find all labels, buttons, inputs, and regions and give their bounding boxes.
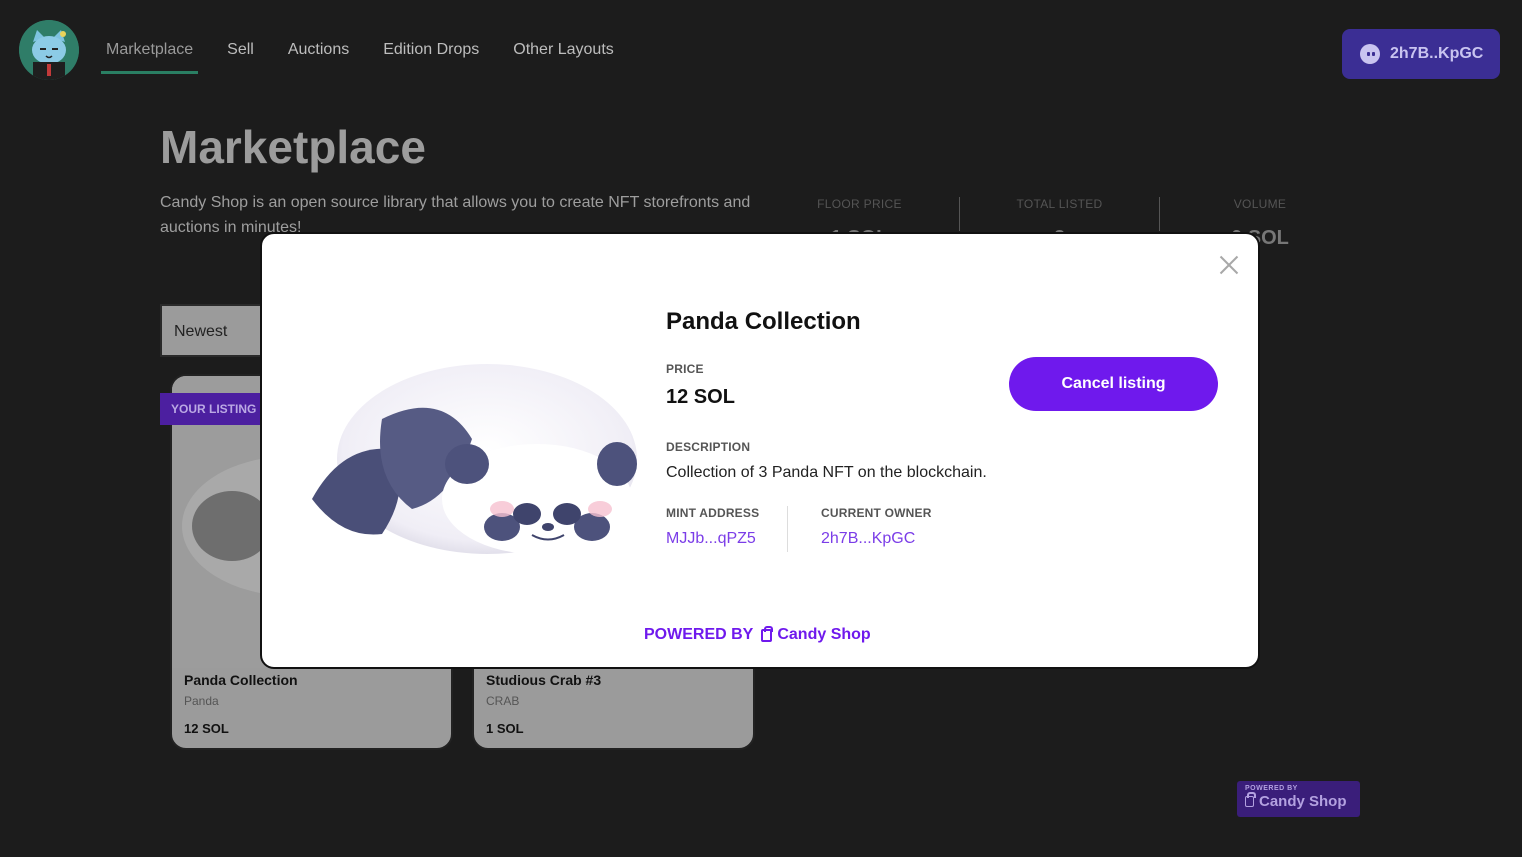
- nav-auctions[interactable]: Auctions: [288, 0, 349, 74]
- stat-total-listed: TOTAL LISTED 2: [960, 197, 1160, 249]
- current-owner-link[interactable]: 2h7B...KpGC: [821, 530, 932, 548]
- stat-floor-price: FLOOR PRICE 1 SOL: [760, 197, 960, 249]
- price-label: PRICE: [666, 362, 704, 376]
- modal-title: Panda Collection: [666, 308, 861, 335]
- description-text: Collection of 3 Panda NFT on the blockch…: [666, 464, 987, 481]
- mint-address-link[interactable]: MJJb...qPZ5: [666, 530, 787, 548]
- cancel-listing-button[interactable]: Cancel listing: [1009, 357, 1218, 411]
- stats-bar: FLOOR PRICE 1 SOL TOTAL LISTED 2 VOLUME …: [760, 197, 1360, 249]
- current-owner-label: CURRENT OWNER: [821, 506, 932, 520]
- nft-card-price: 1 SOL: [486, 721, 524, 736]
- brand-name: Candy Shop: [777, 626, 871, 643]
- shopping-bag-icon: [761, 625, 774, 642]
- wallet-button[interactable]: 2h7B..KpGC: [1342, 29, 1500, 79]
- nft-detail-modal: Panda Collection PRICE 12 SOL Cancel lis…: [260, 232, 1260, 669]
- nav-marketplace[interactable]: Marketplace: [100, 0, 199, 74]
- description-label: DESCRIPTION: [666, 440, 751, 454]
- nft-card-symbol: CRAB: [486, 694, 520, 708]
- shopping-bag-icon: [1245, 792, 1256, 807]
- nav-sell[interactable]: Sell: [227, 0, 254, 74]
- cat-logo-icon: [19, 20, 79, 80]
- wallet-address: 2h7B..KpGC: [1390, 45, 1484, 62]
- powered-by-candy-shop[interactable]: POWERED BY Candy Shop: [644, 625, 871, 644]
- nft-card-symbol: Panda: [184, 694, 219, 708]
- nft-card-name: Panda Collection: [184, 672, 298, 688]
- mint-address-label: MINT ADDRESS: [666, 506, 760, 520]
- your-listing-badge: YOUR LISTING: [160, 393, 270, 425]
- main-nav: Marketplace Sell Auctions Edition Drops …: [100, 0, 648, 74]
- nav-other-layouts[interactable]: Other Layouts: [513, 0, 614, 74]
- phantom-wallet-icon: [1360, 44, 1380, 64]
- powered-by-label: POWERED BY: [644, 626, 754, 643]
- current-owner-block: CURRENT OWNER 2h7B...KpGC: [821, 506, 932, 548]
- page-title: Marketplace: [160, 121, 426, 173]
- site-logo[interactable]: [19, 20, 79, 80]
- mint-address-block: MINT ADDRESS MJJb...qPZ5: [666, 506, 788, 552]
- price-value: 12 SOL: [666, 386, 735, 408]
- powered-by-badge[interactable]: POWERED BY Candy Shop: [1237, 781, 1360, 817]
- panda-illustration: [312, 364, 637, 554]
- nav-edition-drops[interactable]: Edition Drops: [383, 0, 479, 74]
- nft-card-price: 12 SOL: [184, 721, 229, 736]
- stat-volume: VOLUME 0 SOL: [1231, 197, 1289, 249]
- close-icon[interactable]: [1216, 252, 1242, 278]
- nft-card-name: Studious Crab #3: [486, 672, 602, 688]
- nft-image: [302, 349, 640, 559]
